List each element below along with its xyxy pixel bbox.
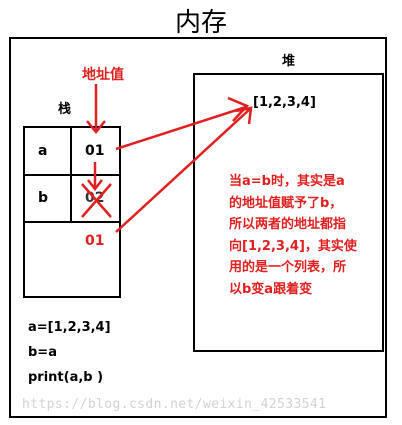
- b-reassign-arrow: [87, 162, 103, 192]
- code-line-1: a=[1,2,3,4]: [28, 320, 111, 335]
- code-line-3: print(a,b ): [28, 370, 104, 385]
- annotation-arrows: [81, 84, 253, 233]
- watermark: https://blog.csdn.net/weixin_42533541: [22, 397, 327, 412]
- a-to-heap-arrow: [115, 96, 250, 151]
- code-line-2: b=a: [28, 345, 57, 360]
- address-down-arrow: [86, 84, 106, 134]
